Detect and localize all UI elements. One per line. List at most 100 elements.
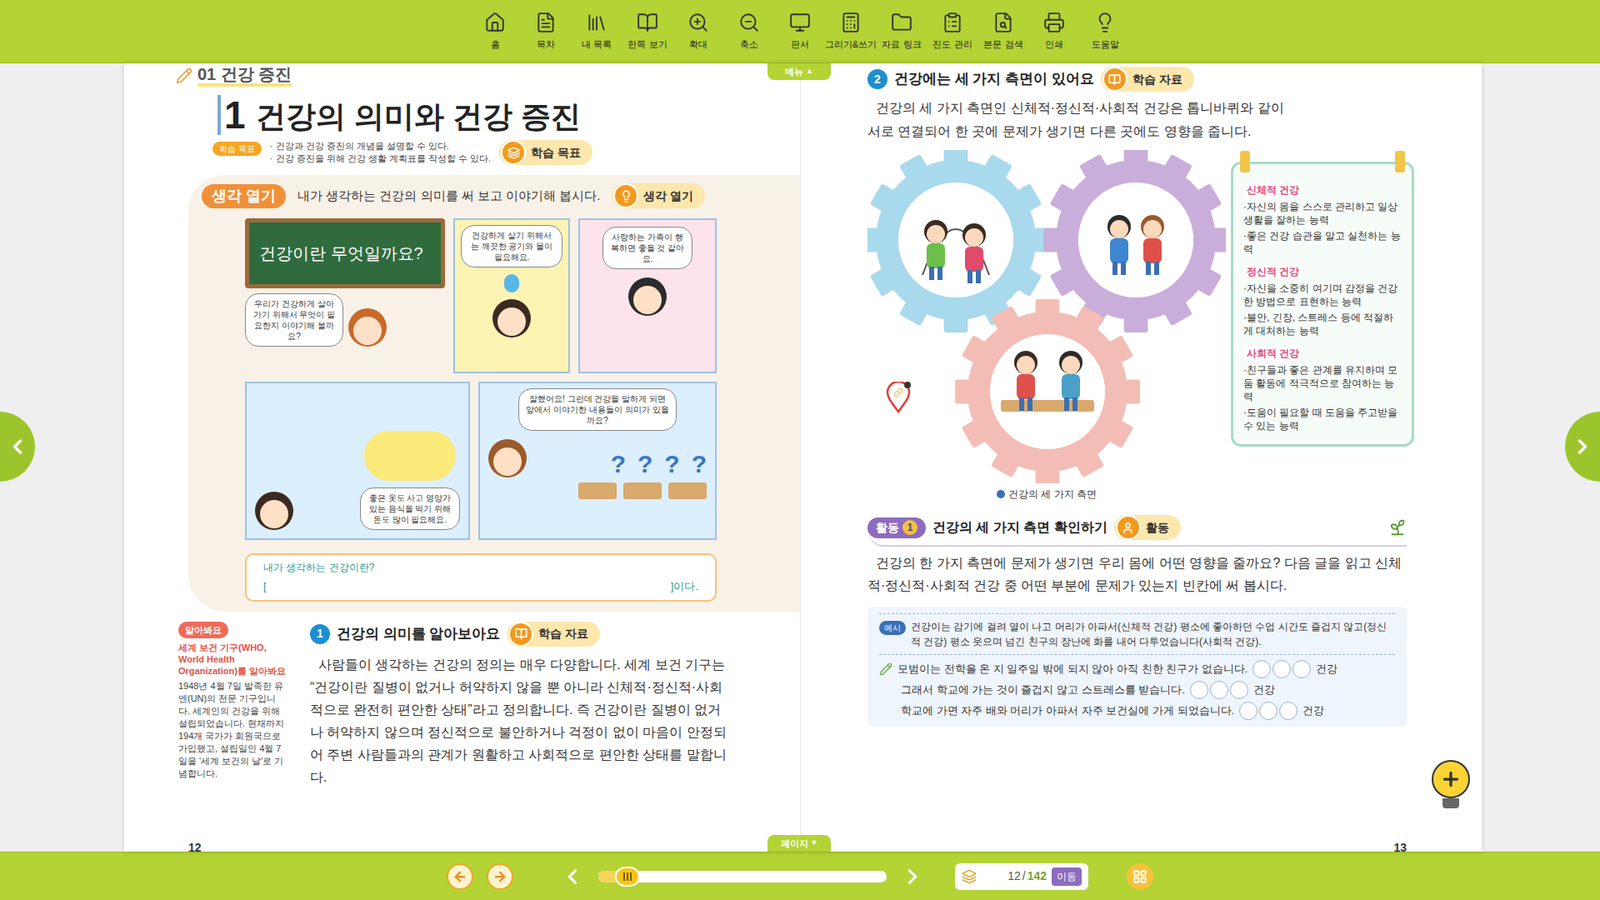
button-icon <box>613 183 639 209</box>
viewer-area: 01 건강 증진1건강의 의미와 건강 증진학습 목표· 건강과 건강 증진의 … <box>0 63 1600 852</box>
activity-box: 예시건강이는 감기에 걸려 열이 나고 머리가 아파서(신체적 건강) 평소에 … <box>867 606 1407 727</box>
answer-blank[interactable] <box>1239 701 1258 720</box>
speech-bubble: 잘했어요! 그런데 건강을 말하게 되면 앞에서 이야기한 내용들이 의미가 있… <box>518 388 677 431</box>
activity-line: 모범이는 전학을 온 지 일주일 밖에 되지 않아 아직 친한 친구가 없습니다… <box>879 660 1395 679</box>
answer-blank[interactable] <box>1230 680 1249 700</box>
answer-blank[interactable] <box>1190 680 1209 700</box>
note-badge: 알아봐요 <box>178 621 229 640</box>
thinking-button[interactable]: 생각 열기 <box>611 183 705 209</box>
comic-panel: 사랑하는 가족이 행복하면 좋을 것 같아요. <box>578 218 717 374</box>
aspect-card: 신체적 건강·자신의 몸을 스스로 관리하고 일상생활을 잘하는 능력·좋은 건… <box>1243 182 1402 256</box>
answer-blank[interactable] <box>1279 701 1298 720</box>
answer-blank[interactable] <box>1210 680 1229 700</box>
page-tab[interactable]: 페이지▼ <box>767 835 831 852</box>
prev-button[interactable] <box>560 864 585 890</box>
prev-page-arrow[interactable] <box>0 411 35 482</box>
top-toolbar: 홈목차내 목록한쪽 보기확대축소판서그리기&쓰기자료 링크진도 관리본문 검색인… <box>0 0 1600 64</box>
page-current[interactable]: 12 <box>1007 867 1021 885</box>
toolbar-button[interactable]: 자료 링크 <box>880 11 924 52</box>
answer-box[interactable]: 내가 생각하는 건강이란?[]이다. <box>245 553 717 602</box>
right-page: 2건강에는 세 가지 측면이 있어요학습 자료건강의 세 가지 측면인 신체적·… <box>800 63 1482 852</box>
plant-icon <box>1388 518 1407 537</box>
answer-blank[interactable] <box>1259 701 1278 720</box>
page-number: 13 <box>1393 839 1407 857</box>
toolbar-icon <box>1043 11 1065 34</box>
toolbar-icon <box>484 11 506 34</box>
character-face <box>488 439 527 478</box>
activity-line: 그래서 학교에 가는 것이 즐겁지 않고 스트레스를 받습니다.건강 <box>879 680 1395 700</box>
lesson-title: 1건강의 의미와 건강 증진 <box>175 95 800 135</box>
toolbar-icon <box>840 11 862 34</box>
button-icon <box>508 621 534 647</box>
answer-blank[interactable] <box>1292 660 1311 679</box>
speech-bubble: 사랑하는 가족이 행복하면 좋을 것 같아요. <box>602 226 693 270</box>
toolbar-button[interactable]: 내 목록 <box>575 11 619 52</box>
toolbar-button[interactable]: 그리기&쓰기 <box>829 11 873 52</box>
toolbar-button[interactable]: 한쪽 보기 <box>625 11 670 52</box>
activity-button[interactable]: 활동 <box>1114 515 1181 540</box>
toolbar-button[interactable]: 축소 <box>727 11 771 52</box>
next-page-arrow[interactable] <box>1565 411 1600 482</box>
page-indicator: 12/142이동 <box>955 863 1089 890</box>
unit-heading: 01 건강 증진 <box>175 65 800 87</box>
toolbar-button[interactable]: 확대 <box>676 11 720 52</box>
gear-icon <box>1043 150 1226 333</box>
speech-bubble: 건강하게 살기 위해서는 깨끗한 공기와 물이 필요해요. <box>460 225 563 268</box>
objectives-button[interactable]: 학습 목표 <box>499 140 593 165</box>
figure-caption: 건강의 세 가지 측면 <box>996 486 1097 502</box>
comic: 건강이란 무엇일까요?우리가 건강하게 살아가기 위해서 무엇이 필요한지 이야… <box>245 218 717 540</box>
toolbar-icon <box>636 11 659 34</box>
toolbar-button[interactable]: 본문 검색 <box>981 11 1025 52</box>
toolbar-icon <box>585 11 608 34</box>
aspect-card: 사회적 건강·친구들과 좋은 관계를 유지하며 모둠 활동에 적극적으로 참여하… <box>1243 345 1402 433</box>
number-badge: 2 <box>867 69 888 90</box>
gear-icon <box>955 299 1140 484</box>
toolbar-icon <box>1094 11 1116 34</box>
material-button[interactable]: 학습 자료 <box>1100 66 1195 92</box>
comic-panel: 잘했어요! 그런데 건강을 말하게 되면 앞에서 이야기한 내용들이 의미가 있… <box>478 381 717 540</box>
next-button[interactable] <box>900 864 925 890</box>
link-pin-icon[interactable] <box>885 381 911 414</box>
answer-blank[interactable] <box>1252 660 1271 679</box>
section-1: 1건강의 의미를 알아보아요학습 자료사람들이 생각하는 건강의 정의는 매우 … <box>310 621 800 789</box>
objectives-badge: 학습 목표 <box>212 141 262 156</box>
toolbar-icon <box>789 11 811 34</box>
history-back-button[interactable] <box>446 863 474 890</box>
button-icon <box>1102 66 1128 92</box>
button-icon <box>1115 515 1141 540</box>
aspect-card: 정신적 건강·자신을 소중히 여기며 감정을 건강한 방법으로 표현하는 능력·… <box>1243 264 1402 338</box>
go-button[interactable]: 이동 <box>1051 867 1082 886</box>
comic-panel: 좋은 옷도 사고 영양가 있는 음식을 먹기 위해 돈도 많이 필요해요. <box>245 381 470 540</box>
book-spread: 01 건강 증진1건강의 의미와 건강 증진학습 목표· 건강과 건강 증진의 … <box>124 63 1482 852</box>
character-face <box>628 277 667 316</box>
toolbar-icon <box>992 11 1015 34</box>
pages-icon <box>961 869 977 885</box>
character-face <box>348 308 387 347</box>
slider-thumb[interactable] <box>615 866 640 887</box>
toolbar-button[interactable]: 진도 관리 <box>930 11 975 52</box>
activity-line: 학교에 가면 자주 배와 머리가 아파서 자주 보건실에 가게 되었습니다.건강 <box>879 701 1395 720</box>
gears-figure <box>867 150 1226 484</box>
comic-panel: 건강하게 살기 위해서는 깨끗한 공기와 물이 필요해요. <box>453 218 570 374</box>
toolbar-icon <box>687 11 710 34</box>
toolbar-button[interactable]: 홈 <box>473 11 517 52</box>
toolbar-icon <box>941 11 964 34</box>
answer-blank[interactable] <box>1272 660 1291 679</box>
material-button[interactable]: 학습 자료 <box>506 621 600 647</box>
toolbar-button[interactable]: 도움말 <box>1083 11 1127 52</box>
chalkboard: 건강이란 무엇일까요? <box>245 218 445 289</box>
lightbulb-button[interactable] <box>1428 751 1474 812</box>
toolbar-button[interactable]: 인쇄 <box>1032 11 1076 52</box>
menu-tab[interactable]: 메뉴▲ <box>767 63 831 80</box>
textbook-viewer: 홈목차내 목록한쪽 보기확대축소판서그리기&쓰기자료 링크진도 관리본문 검색인… <box>0 0 1600 900</box>
toolbar-icon <box>738 11 760 34</box>
comic-panel: 건강이란 무엇일까요?우리가 건강하게 살아가기 위해서 무엇이 필요한지 이야… <box>245 218 445 374</box>
figure: 건강의 세 가지 측면 신체적 건강·자신의 몸을 스스로 관리하고 일상생활을 … <box>867 150 1407 502</box>
toolbar-button[interactable]: 목차 <box>524 11 568 52</box>
page-slider[interactable] <box>598 870 887 883</box>
toolbar-button[interactable]: 판서 <box>778 11 822 52</box>
thumbnail-button[interactable] <box>1126 863 1154 890</box>
history-forward-button[interactable] <box>486 863 514 890</box>
info-note: 알아봐요세계 보건 기구(WHO, World Health Organizat… <box>178 621 287 789</box>
button-icon <box>500 140 526 165</box>
